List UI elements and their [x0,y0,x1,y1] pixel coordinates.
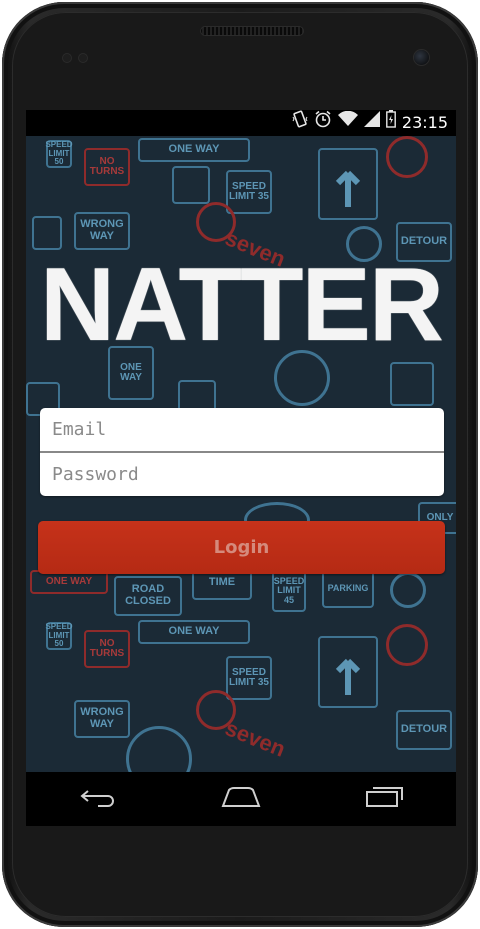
circle-sign-2 [126,726,192,772]
signal-icon [363,110,380,136]
email-field[interactable] [40,408,444,451]
earpiece-speaker [200,26,304,36]
logo-text: NATTER [39,247,444,363]
sign-wrong-way-2: WRONG WAY [74,700,130,738]
sign-speed-limit-45: SPEED LIMIT 45 [272,570,306,612]
status-time: 23:15 [401,113,448,132]
recent-apps-button[interactable] [354,779,414,819]
back-icon [78,787,118,811]
sign-one-way: ONE WAY [138,138,250,162]
sign-turn-arrow [390,362,434,406]
sign-road-closed: ROAD CLOSED [114,576,182,616]
sign-no-turns: NO TURNS [84,148,130,186]
screen: 23:15 ONE WAY NO TURNS SPEED LIMIT 50 WR… [26,110,456,772]
sign-speed-limit-35-2: SPEED LIMIT 35 [226,656,272,700]
vibrate-icon [292,110,308,137]
wifi-icon [337,110,358,136]
sign-speed-limit-50-2: SPEED LIMIT 50 [45,622,73,650]
sign-seven-2: seven [221,715,289,762]
sign-bus [172,166,210,204]
sign-parking: PARKING [322,570,374,608]
status-bar: 23:15 [26,110,456,136]
home-button[interactable] [211,779,271,819]
alarm-icon [314,110,332,137]
sign-speed-limit-35: SPEED LIMIT 35 [226,170,272,214]
no-entry-sign-2 [386,624,428,666]
recent-apps-icon [364,786,404,812]
login-button[interactable]: Login [38,521,445,574]
sign-no-turns-2: NO TURNS [84,630,130,668]
sign-one-way-2: ONE WAY [138,620,250,644]
password-field[interactable] [40,453,444,496]
sign-arrow-2 [318,636,378,708]
sign-detour-2: DETOUR [396,710,452,750]
proximity-sensor [62,53,72,63]
sign-wrong-way: WRONG WAY [74,212,130,250]
railroad-sign [390,572,426,608]
sign-speed-limit-50: SPEED LIMIT 50 [45,140,73,168]
app-logo: NATTER [38,247,444,363]
login-form [40,408,444,496]
home-icon [221,786,261,812]
back-button[interactable] [68,779,128,819]
no-entry-sign [386,136,428,178]
light-sensor [78,53,88,63]
sign-arrow [318,148,378,220]
battery-icon [385,110,396,137]
front-camera [414,50,429,65]
navigation-bar [26,772,456,826]
sign-left-arrow [32,216,62,250]
